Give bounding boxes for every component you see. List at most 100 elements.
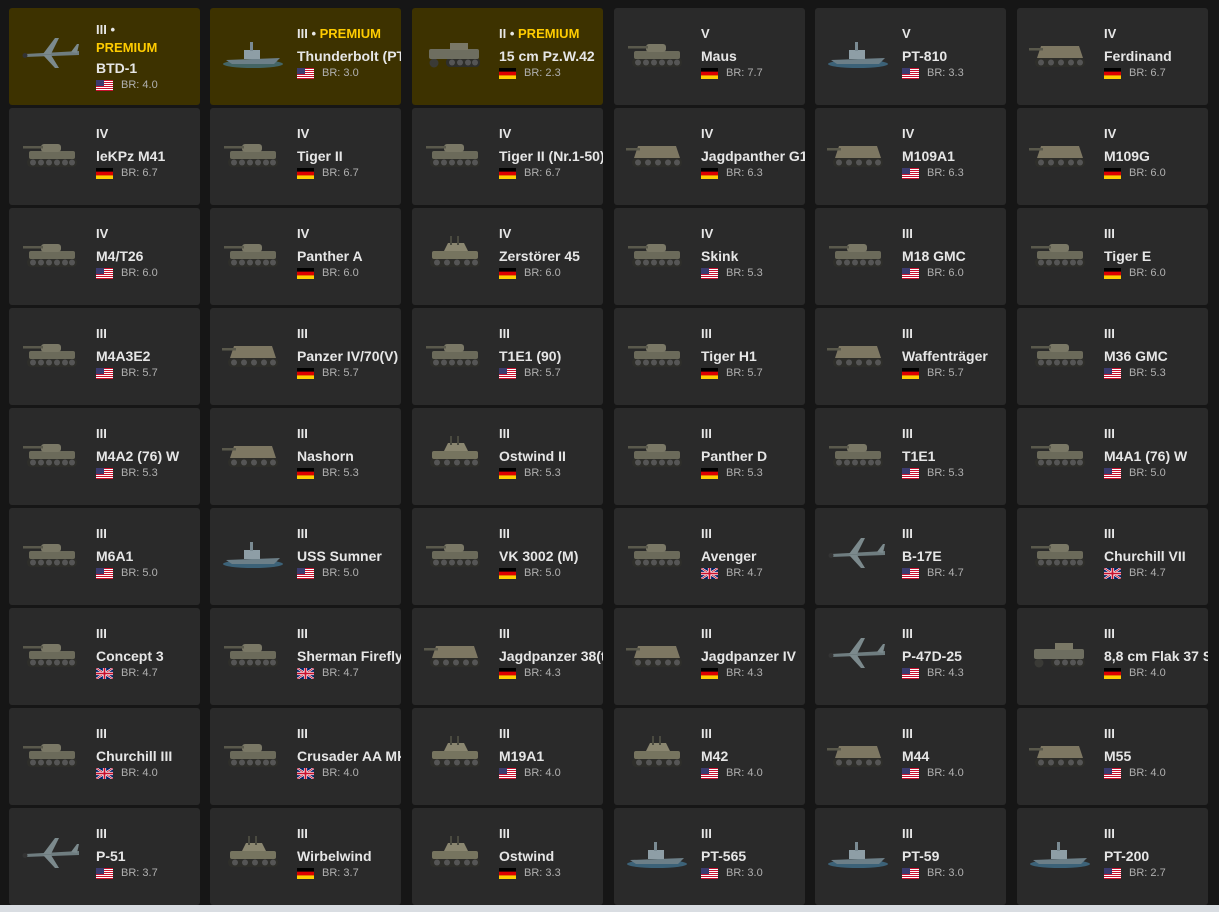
vehicle-card-p-51[interactable]: III P-51 BR: 3.7 bbox=[9, 808, 200, 905]
tier-label: IV bbox=[701, 226, 714, 241]
vehicle-card-m19a1[interactable]: III M19A1 BR: 4.0 bbox=[412, 708, 603, 805]
vehicle-card-m4a1-76-w[interactable]: III M4A1 (76) W BR: 5.0 bbox=[1017, 408, 1208, 505]
vehicle-card-zerst-rer-45[interactable]: IV Zerstörer 45 BR: 6.0 bbox=[412, 208, 603, 305]
vehicle-card-p-47d-25[interactable]: III P-47D-25 BR: 4.3 bbox=[815, 608, 1006, 705]
tier-label: III bbox=[96, 726, 107, 741]
vehicle-card-m42[interactable]: III M42 BR: 4.0 bbox=[614, 708, 805, 805]
vehicle-info: III Tiger E BR: 6.0 bbox=[1104, 226, 1208, 280]
tank-thumbnail-icon bbox=[21, 434, 83, 472]
battle-rating: BR: 4.0 bbox=[499, 766, 603, 780]
vehicle-card-pt-565[interactable]: III PT-565 BR: 3.0 bbox=[614, 808, 805, 905]
vehicle-name: Skink bbox=[701, 248, 739, 264]
vehicle-name: VK 3002 (M) bbox=[499, 548, 579, 564]
vehicle-card-jagdpanzer-38-t[interactable]: III Jagdpanzer 38(t) BR: 4.3 bbox=[412, 608, 603, 705]
vehicle-card-uss-sumner[interactable]: III USS Sumner BR: 5.0 bbox=[210, 508, 401, 605]
vehicle-card-ostwind-ii[interactable]: III Ostwind II BR: 5.3 bbox=[412, 408, 603, 505]
vehicle-card-m4a3e2[interactable]: III M4A3E2 BR: 5.7 bbox=[9, 308, 200, 405]
vehicle-card-maus[interactable]: V Maus BR: 7.7 bbox=[614, 8, 805, 105]
vehicle-card-jagdpanther-g1[interactable]: IV Jagdpanther G1 BR: 6.3 bbox=[614, 108, 805, 205]
vehicle-card-pt-59[interactable]: III PT-59 BR: 3.0 bbox=[815, 808, 1006, 905]
vehicle-card-t1e1-90[interactable]: III T1E1 (90) BR: 5.7 bbox=[412, 308, 603, 405]
vehicle-card-m6a1[interactable]: III M6A1 BR: 5.0 bbox=[9, 508, 200, 605]
vehicle-card-15-cm-pz-w-42[interactable]: II • PREMIUM 15 cm Pz.W.42 BR: 2.3 bbox=[412, 8, 603, 105]
vehicle-card-churchill-iii[interactable]: III Churchill III BR: 4.0 bbox=[9, 708, 200, 805]
vehicle-name: Tiger H1 bbox=[701, 348, 757, 364]
vehicle-card-m18-gmc[interactable]: III M18 GMC BR: 6.0 bbox=[815, 208, 1006, 305]
vehicle-name: PT-565 bbox=[701, 848, 747, 864]
plane-thumbnail-icon bbox=[21, 34, 83, 72]
usa-flag-icon bbox=[902, 267, 919, 279]
vehicle-info: IV Zerstörer 45 BR: 6.0 bbox=[499, 226, 603, 280]
vehicle-card-waffentr-ger[interactable]: III Waffenträger BR: 5.7 bbox=[815, 308, 1006, 405]
battle-rating-value: BR: 4.7 bbox=[322, 667, 359, 679]
vehicle-card-nashorn[interactable]: III Nashorn BR: 5.3 bbox=[210, 408, 401, 505]
battle-rating-value: BR: 6.0 bbox=[121, 267, 158, 279]
vehicle-card-vk-3002-m[interactable]: III VK 3002 (M) BR: 5.0 bbox=[412, 508, 603, 605]
germany-flag-icon bbox=[701, 67, 718, 79]
vehicle-name: M6A1 bbox=[96, 548, 134, 564]
vehicle-card-pt-200[interactable]: III PT-200 BR: 2.7 bbox=[1017, 808, 1208, 905]
vehicle-name: Avenger bbox=[701, 548, 757, 564]
vehicle-card-m109a1[interactable]: IV M109A1 BR: 6.3 bbox=[815, 108, 1006, 205]
battle-rating: BR: 6.3 bbox=[902, 166, 1006, 180]
vehicle-card-jagdpanzer-iv[interactable]: III Jagdpanzer IV BR: 4.3 bbox=[614, 608, 805, 705]
tier-label: III bbox=[701, 326, 712, 341]
tank-thumbnail-icon bbox=[1029, 334, 1091, 372]
vehicle-name: Jagdpanther G1 bbox=[701, 148, 805, 164]
battle-rating: BR: 4.0 bbox=[96, 78, 200, 92]
battle-rating-value: BR: 6.0 bbox=[1129, 167, 1166, 179]
vehicle-card-wirbelwind[interactable]: III Wirbelwind BR: 3.7 bbox=[210, 808, 401, 905]
battle-rating-value: BR: 7.7 bbox=[726, 67, 763, 79]
vehicle-card-tiger-e[interactable]: III Tiger E BR: 6.0 bbox=[1017, 208, 1208, 305]
vehicle-card-m36-gmc[interactable]: III M36 GMC BR: 5.3 bbox=[1017, 308, 1208, 405]
vehicle-card-tiger-ii[interactable]: IV Tiger II BR: 6.7 bbox=[210, 108, 401, 205]
vehicle-card-t1e1[interactable]: III T1E1 BR: 5.3 bbox=[815, 408, 1006, 505]
vehicle-card-b-17e[interactable]: III B-17E BR: 4.7 bbox=[815, 508, 1006, 605]
battle-rating-value: BR: 6.7 bbox=[322, 167, 359, 179]
aa-thumbnail-icon bbox=[424, 434, 486, 472]
battle-rating: BR: 3.0 bbox=[701, 866, 805, 880]
vehicle-card-m4a2-76-w[interactable]: III M4A2 (76) W BR: 5.3 bbox=[9, 408, 200, 505]
vehicle-card-churchill-vii[interactable]: III Churchill VII BR: 4.7 bbox=[1017, 508, 1208, 605]
tank-thumbnail-icon bbox=[21, 734, 83, 772]
vehicle-card-panzer-iv-70-v[interactable]: III Panzer IV/70(V) BR: 5.7 bbox=[210, 308, 401, 405]
vehicle-card-lekpz-m41[interactable]: IV leKPz M41 BR: 6.7 bbox=[9, 108, 200, 205]
vehicle-card-m44[interactable]: III M44 BR: 4.0 bbox=[815, 708, 1006, 805]
tank-thumbnail-icon bbox=[626, 334, 688, 372]
vehicle-name: M18 GMC bbox=[902, 248, 966, 264]
vehicle-name: M4A3E2 bbox=[96, 348, 151, 364]
vehicle-card-thunderbolt-pt[interactable]: III • PREMIUM Thunderbolt (PT- BR: 3.0 bbox=[210, 8, 401, 105]
vehicle-card-m4-t26[interactable]: IV M4/T26 BR: 6.0 bbox=[9, 208, 200, 305]
uk-flag-icon bbox=[701, 567, 718, 579]
battle-rating: BR: 6.0 bbox=[1104, 166, 1208, 180]
vehicle-tier: II • PREMIUM bbox=[499, 26, 603, 42]
vehicle-card-pt-810[interactable]: V PT-810 BR: 3.3 bbox=[815, 8, 1006, 105]
battle-rating-value: BR: 5.0 bbox=[121, 567, 158, 579]
battle-rating-value: BR: 5.7 bbox=[524, 367, 561, 379]
vehicle-card-crusader-aa-mk[interactable]: III Crusader AA Mk BR: 4.0 bbox=[210, 708, 401, 805]
vehicle-info: III T1E1 BR: 5.3 bbox=[902, 426, 1006, 480]
vehicle-card-concept-3[interactable]: III Concept 3 BR: 4.7 bbox=[9, 608, 200, 705]
vehicle-card-panther-a[interactable]: IV Panther A BR: 6.0 bbox=[210, 208, 401, 305]
vehicle-card-8-8-cm-flak-37-sf[interactable]: III 8,8 cm Flak 37 Sf BR: 4.0 bbox=[1017, 608, 1208, 705]
vehicle-card-sherman-firefly[interactable]: III Sherman Firefly BR: 4.7 bbox=[210, 608, 401, 705]
tank-thumbnail-icon bbox=[424, 334, 486, 372]
vehicle-card-m109g[interactable]: IV M109G BR: 6.0 bbox=[1017, 108, 1208, 205]
vehicle-tier: III bbox=[1104, 226, 1208, 242]
usa-flag-icon bbox=[902, 567, 919, 579]
vehicle-card-panther-d[interactable]: III Panther D BR: 5.3 bbox=[614, 408, 805, 505]
usa-flag-icon bbox=[1104, 367, 1121, 379]
vehicle-card-avenger[interactable]: III Avenger BR: 4.7 bbox=[614, 508, 805, 605]
vehicle-name: PT-200 bbox=[1104, 848, 1150, 864]
vehicle-tier: IV bbox=[1104, 26, 1208, 42]
vehicle-card-ferdinand[interactable]: IV Ferdinand BR: 6.7 bbox=[1017, 8, 1208, 105]
vehicle-card-tiger-ii-nr-1-50[interactable]: IV Tiger II (Nr.1-50) BR: 6.7 bbox=[412, 108, 603, 205]
vehicle-card-btd-1[interactable]: III • PREMIUM BTD-1 BR: 4.0 bbox=[9, 8, 200, 105]
vehicle-card-ostwind[interactable]: III Ostwind BR: 3.3 bbox=[412, 808, 603, 905]
vehicle-card-tiger-h1[interactable]: III Tiger H1 BR: 5.7 bbox=[614, 308, 805, 405]
usa-flag-icon bbox=[499, 367, 516, 379]
tier-label: III bbox=[499, 426, 510, 441]
battle-rating-value: BR: 6.0 bbox=[524, 267, 561, 279]
vehicle-card-m55[interactable]: III M55 BR: 4.0 bbox=[1017, 708, 1208, 805]
vehicle-card-skink[interactable]: IV Skink BR: 5.3 bbox=[614, 208, 805, 305]
